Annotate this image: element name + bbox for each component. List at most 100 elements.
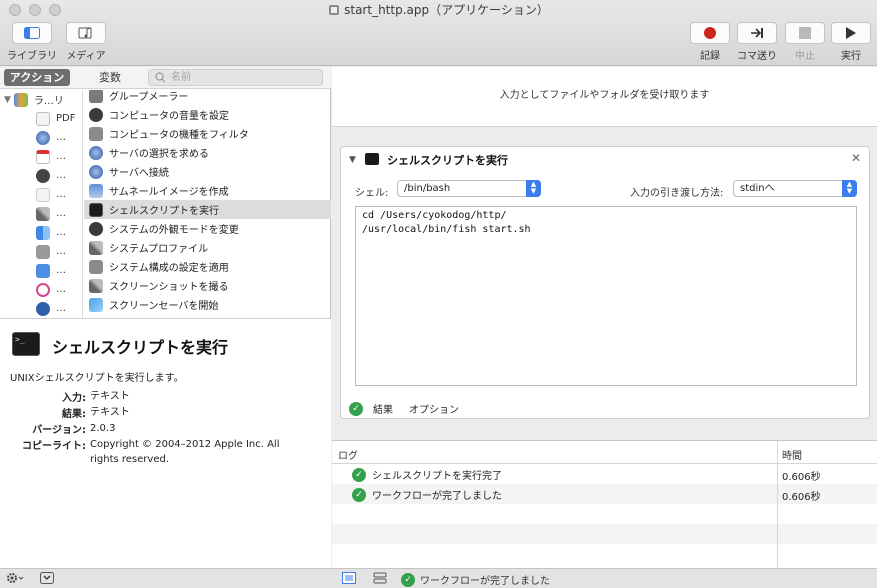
library-item[interactable]: … <box>0 223 82 242</box>
mail-icon <box>89 90 103 103</box>
log-column-header[interactable]: ログ <box>338 447 358 462</box>
library-item[interactable]: … <box>0 280 82 299</box>
record-icon <box>704 27 716 39</box>
media-button[interactable] <box>66 22 106 44</box>
library-button[interactable] <box>12 22 52 44</box>
library-item[interactable]: … <box>0 261 82 280</box>
filter-icon <box>89 126 103 141</box>
terminal-icon <box>89 202 103 217</box>
collapse-triangle-icon[interactable]: ▼ <box>349 155 356 165</box>
table-row-empty <box>332 544 877 564</box>
step-icon <box>751 28 763 38</box>
image-icon <box>89 183 103 198</box>
step-button[interactable] <box>737 22 777 44</box>
workflow-pane: 入力としてファイルやフォルダを受け取ります ▼ シェルスクリプトを実行 ✕ シェ… <box>332 67 877 569</box>
expand-button[interactable] <box>40 572 54 584</box>
globe-icon <box>36 130 50 145</box>
music-icon <box>36 282 50 297</box>
search-placeholder: 名前 <box>171 72 191 83</box>
action-item[interactable]: コンピュータの音量を設定 <box>84 105 331 124</box>
media-icon <box>78 27 92 39</box>
log-table: ログ 時間 ✓ シェルスクリプトを実行完了 0.606秒 ✓ ワークフローが完了しま… <box>332 440 877 569</box>
column-divider[interactable] <box>777 441 778 569</box>
pass-input-label: 入力の引き渡し方法: <box>630 188 724 199</box>
action-item[interactable]: システム構成の設定を適用 <box>84 257 331 276</box>
checkmark-icon: ✓ <box>352 487 366 502</box>
toolbar: start_http.app（アプリケーション） ライブラリ メディア 記録 コ… <box>0 0 877 66</box>
terminal-icon <box>365 153 379 165</box>
record-button[interactable] <box>690 22 730 44</box>
close-icon[interactable]: ✕ <box>851 151 861 165</box>
library-label: ライブラリ <box>7 51 57 62</box>
status-bar: ✓ ワークフローが完了しました <box>0 568 877 588</box>
action-item[interactable]: サーバへ接続 <box>84 162 331 181</box>
action-card[interactable]: ▼ シェルスクリプトを実行 ✕ シェル: /bin/bash ▲ ▼ 入力の引き渡… <box>340 146 870 419</box>
table-row-empty <box>332 524 877 544</box>
disclosure-triangle-icon[interactable]: ▼ <box>4 95 11 105</box>
action-item[interactable]: グループメーラー <box>84 90 331 105</box>
tools-icon <box>89 240 103 255</box>
library-books-icon <box>13 92 28 107</box>
popup-arrows-icon: ▲ ▼ <box>842 180 857 197</box>
action-item[interactable]: システムの外観モードを変更 <box>84 219 331 238</box>
status-message: ✓ ワークフローが完了しました <box>401 572 550 587</box>
shell-select[interactable]: /bin/bash ▲ ▼ <box>397 180 541 197</box>
appearance-icon <box>89 221 103 236</box>
presentation-icon <box>36 263 50 278</box>
action-item[interactable]: スクリーンショットを撮る <box>84 276 331 295</box>
log-header: ログ 時間 <box>332 441 877 464</box>
flow-view-button[interactable] <box>373 572 387 584</box>
action-item[interactable]: システムプロファイル <box>84 238 331 257</box>
filter-icon <box>89 259 103 274</box>
search-icon <box>155 72 166 83</box>
script-editor[interactable]: cd /Users/cyokodog/http/ /usr/local/bin/… <box>355 206 857 386</box>
tab-variables[interactable]: 変数 <box>82 69 138 86</box>
gear-menu-button[interactable] <box>6 572 24 584</box>
options-toggle[interactable]: オプション <box>409 401 459 416</box>
description-text: UNIXシェルスクリプトを実行します。 <box>10 373 184 384</box>
window-title: start_http.app（アプリケーション） <box>0 1 877 18</box>
pdf-icon <box>36 111 50 126</box>
sidebar-icon <box>24 27 40 39</box>
tab-actions[interactable]: アクション <box>4 69 70 86</box>
action-description: >_ シェルスクリプトを実行 UNIXシェルスクリプトを実行します。 入力: テ… <box>0 318 331 568</box>
action-card-footer: ✓ 結果 オプション <box>349 401 459 416</box>
library-item[interactable]: ▼ ラ…リ <box>0 90 82 109</box>
checkmark-icon: ✓ <box>352 467 366 482</box>
library-item[interactable]: PDF <box>0 109 82 128</box>
pass-input-select[interactable]: stdinへ ▲ ▼ <box>733 180 857 197</box>
results-toggle[interactable]: 結果 <box>373 401 393 416</box>
action-item[interactable]: コンピュータの機種をフィルタ <box>84 124 331 143</box>
library-item[interactable]: … <box>0 185 82 204</box>
library-item[interactable]: … <box>0 242 82 261</box>
globe-icon <box>89 164 103 179</box>
library-list[interactable]: ▼ ラ…リ PDF … … … … … … … … … … <box>0 90 83 318</box>
list-view-icon <box>342 572 356 584</box>
terminal-icon <box>36 168 50 183</box>
action-item[interactable]: サムネールイメージを作成 <box>84 181 331 200</box>
calendar-icon <box>36 149 50 164</box>
globe-icon <box>89 145 103 160</box>
search-input[interactable]: 名前 <box>148 69 323 86</box>
library-item[interactable]: … <box>0 299 82 318</box>
action-card-title: シェルスクリプトを実行 <box>387 154 508 167</box>
segmented-control-row: アクション 変数 名前 <box>0 67 331 89</box>
time-column-header[interactable]: 時間 <box>782 447 802 462</box>
speaker-icon <box>89 107 103 122</box>
flow-view-icon <box>373 572 387 584</box>
run-button[interactable] <box>831 22 871 44</box>
actions-list[interactable]: グループメーラー コンピュータの音量を設定 コンピュータの機種をフィルタ サーバ… <box>84 90 331 318</box>
table-row: ✓ シェルスクリプトを実行完了 0.606秒 <box>332 464 877 484</box>
action-item[interactable]: スクリーンセーバを開始 <box>84 295 331 314</box>
shell-label: シェル: <box>355 188 389 199</box>
library-item[interactable]: … <box>0 204 82 223</box>
list-view-button[interactable] <box>342 572 356 584</box>
library-item[interactable]: … <box>0 128 82 147</box>
stop-label: 中止 <box>795 51 815 62</box>
stop-button[interactable] <box>785 22 825 44</box>
library-item[interactable]: … <box>0 147 82 166</box>
action-item[interactable]: サーバの選択を求める <box>84 143 331 162</box>
action-item-selected[interactable]: シェルスクリプトを実行 <box>84 200 331 219</box>
font-icon <box>36 244 50 259</box>
library-item[interactable]: … <box>0 166 82 185</box>
